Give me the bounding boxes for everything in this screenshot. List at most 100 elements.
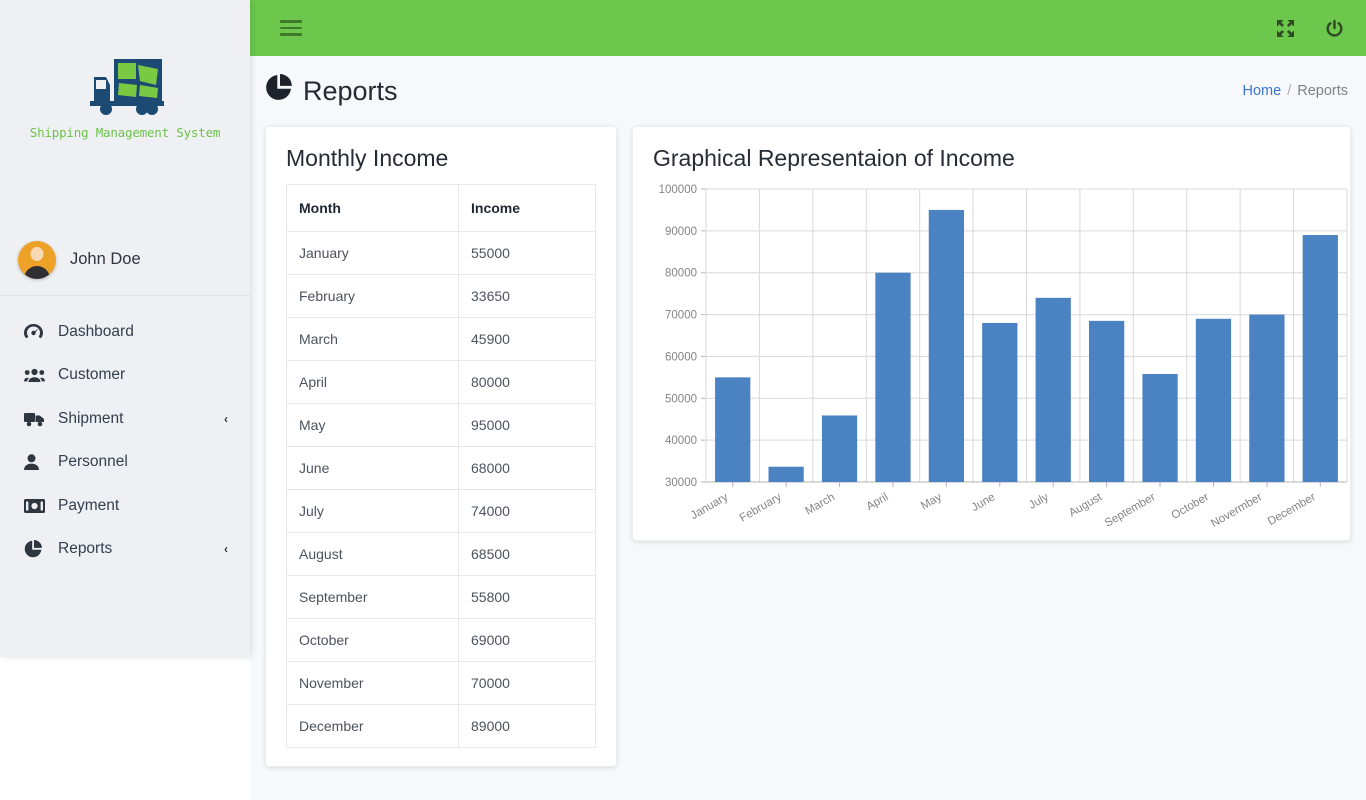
bar — [1035, 297, 1071, 482]
cell-income: 69000 — [458, 618, 596, 662]
cell-month: March — [286, 317, 459, 361]
cell-income: 95000 — [458, 403, 596, 447]
x-tick-label: April — [865, 491, 891, 513]
y-tick-label: 100000 — [659, 184, 697, 196]
table-row: July 74000 — [286, 489, 596, 533]
top-header-bar — [250, 0, 1366, 56]
y-tick-label: 40000 — [665, 435, 697, 447]
chevron-left-icon[interactable]: ‹ — [224, 412, 228, 426]
table-row: November 70000 — [286, 661, 596, 705]
x-tick-label: June — [970, 491, 998, 514]
cell-income: 68500 — [458, 532, 596, 576]
cell-month: May — [286, 403, 459, 447]
sidebar-user[interactable]: John Doe — [0, 224, 250, 296]
y-tick-label: 80000 — [665, 268, 697, 280]
cell-income: 55000 — [458, 231, 596, 275]
table-header: Month Income — [286, 184, 596, 232]
table-row: February 33650 — [286, 274, 596, 318]
breadcrumb-separator: / — [1287, 83, 1292, 99]
table-row: August 68500 — [286, 532, 596, 576]
customer-group-icon — [24, 367, 50, 383]
cell-month: April — [286, 360, 459, 404]
cell-month: June — [286, 446, 459, 490]
table-row: March 45900 — [286, 317, 596, 361]
bar — [768, 466, 804, 482]
table-row: May 95000 — [286, 403, 596, 447]
monthly-income-table: Month Income January 55000 February 33650 Mar… — [286, 184, 596, 748]
monthly-income-title: Monthly Income — [286, 145, 449, 171]
sidebar-item-label: Customer — [58, 366, 126, 384]
page-title-text: Reports — [303, 75, 398, 106]
x-tick-label: October — [1170, 491, 1212, 522]
cell-month: January — [286, 231, 459, 275]
user-name: John Doe — [70, 250, 141, 268]
bar — [875, 272, 911, 482]
brand-name: Shipping Management System — [29, 125, 221, 140]
table-row: June 68000 — [286, 446, 596, 490]
y-tick-label: 60000 — [665, 351, 697, 363]
cell-income: 89000 — [458, 704, 596, 748]
table-row: December 89000 — [286, 704, 596, 748]
sidebar-item-personnel[interactable]: Personnel — [0, 441, 250, 485]
cell-month: August — [286, 532, 459, 576]
pie-chart-icon — [265, 74, 292, 108]
bar — [982, 322, 1018, 482]
monthly-income-card: Monthly Income Month Income January 55000 F… — [265, 126, 617, 767]
x-tick-label: September — [1103, 491, 1158, 529]
y-tick-label: 90000 — [665, 226, 697, 238]
bar — [1195, 318, 1232, 482]
chevron-left-icon[interactable]: ‹ — [224, 542, 228, 556]
shipping-truck-logo-icon — [84, 55, 166, 117]
table-column-header: Income — [458, 184, 596, 232]
pie-chart-icon — [24, 540, 50, 558]
sidebar-item-label: Payment — [58, 496, 120, 514]
hamburger-menu-icon[interactable] — [280, 20, 302, 36]
main-content: Reports Home / Reports Monthly Income Mo… — [250, 56, 1366, 800]
income-chart-title: Graphical Representaion of Income — [653, 145, 1015, 171]
bar — [1088, 320, 1125, 482]
page-header: Reports Home / Reports — [250, 56, 1366, 126]
person-icon — [24, 454, 50, 471]
y-tick-label: 30000 — [665, 477, 697, 489]
sidebar-item-label: Personnel — [58, 453, 128, 471]
sidebar-item-label: Shipment — [58, 409, 124, 427]
table-row: September 55800 — [286, 575, 596, 619]
cell-income: 80000 — [458, 360, 596, 404]
bar — [1142, 374, 1178, 482]
table-row: January 55000 — [286, 231, 596, 275]
sidebar-item-label: Dashboard — [58, 322, 134, 340]
sidebar-item-payment[interactable]: Payment — [0, 484, 250, 528]
sidebar-item-customer[interactable]: Customer — [0, 354, 250, 398]
table-column-header: Month — [286, 184, 459, 232]
cell-month: October — [286, 618, 459, 662]
bar — [821, 415, 858, 482]
cards-row: Monthly Income Month Income January 55000 F… — [250, 126, 1366, 767]
app-root: Shipping Management System John Doe Dash… — [0, 0, 1366, 800]
sidebar-item-reports[interactable]: Reports ‹ — [0, 528, 250, 572]
sidebar-item-dashboard[interactable]: Dashboard — [0, 310, 250, 354]
breadcrumb: Home / Reports — [1243, 83, 1349, 99]
breadcrumb-home-link[interactable]: Home — [1243, 83, 1282, 99]
bar — [928, 209, 965, 482]
x-tick-label: February — [738, 491, 784, 525]
page-title: Reports — [265, 74, 398, 108]
sidebar-nav: Dashboard Customer Shipment ‹ Personnel … — [0, 296, 250, 571]
brand-block[interactable]: Shipping Management System — [0, 0, 250, 224]
x-tick-label: December — [1266, 491, 1318, 528]
fullscreen-expand-icon[interactable] — [1276, 19, 1295, 38]
table-row: October 69000 — [286, 618, 596, 662]
breadcrumb-current: Reports — [1297, 83, 1348, 99]
sidebar-item-shipment[interactable]: Shipment ‹ — [0, 397, 250, 441]
y-tick-label: 70000 — [665, 310, 697, 322]
cell-income: 68000 — [458, 446, 596, 490]
bar — [1302, 235, 1338, 482]
power-logout-icon[interactable] — [1325, 19, 1344, 38]
cell-income: 74000 — [458, 489, 596, 533]
x-tick-label: May — [919, 491, 944, 512]
x-tick-label: August — [1067, 491, 1105, 520]
income-chart-card: Graphical Representaion of Income 30000 4… — [632, 126, 1351, 541]
cell-month: November — [286, 661, 459, 705]
table-header-row: Month Income — [286, 184, 596, 232]
x-tick-label: March — [803, 491, 837, 517]
top-header-actions — [1276, 19, 1344, 38]
